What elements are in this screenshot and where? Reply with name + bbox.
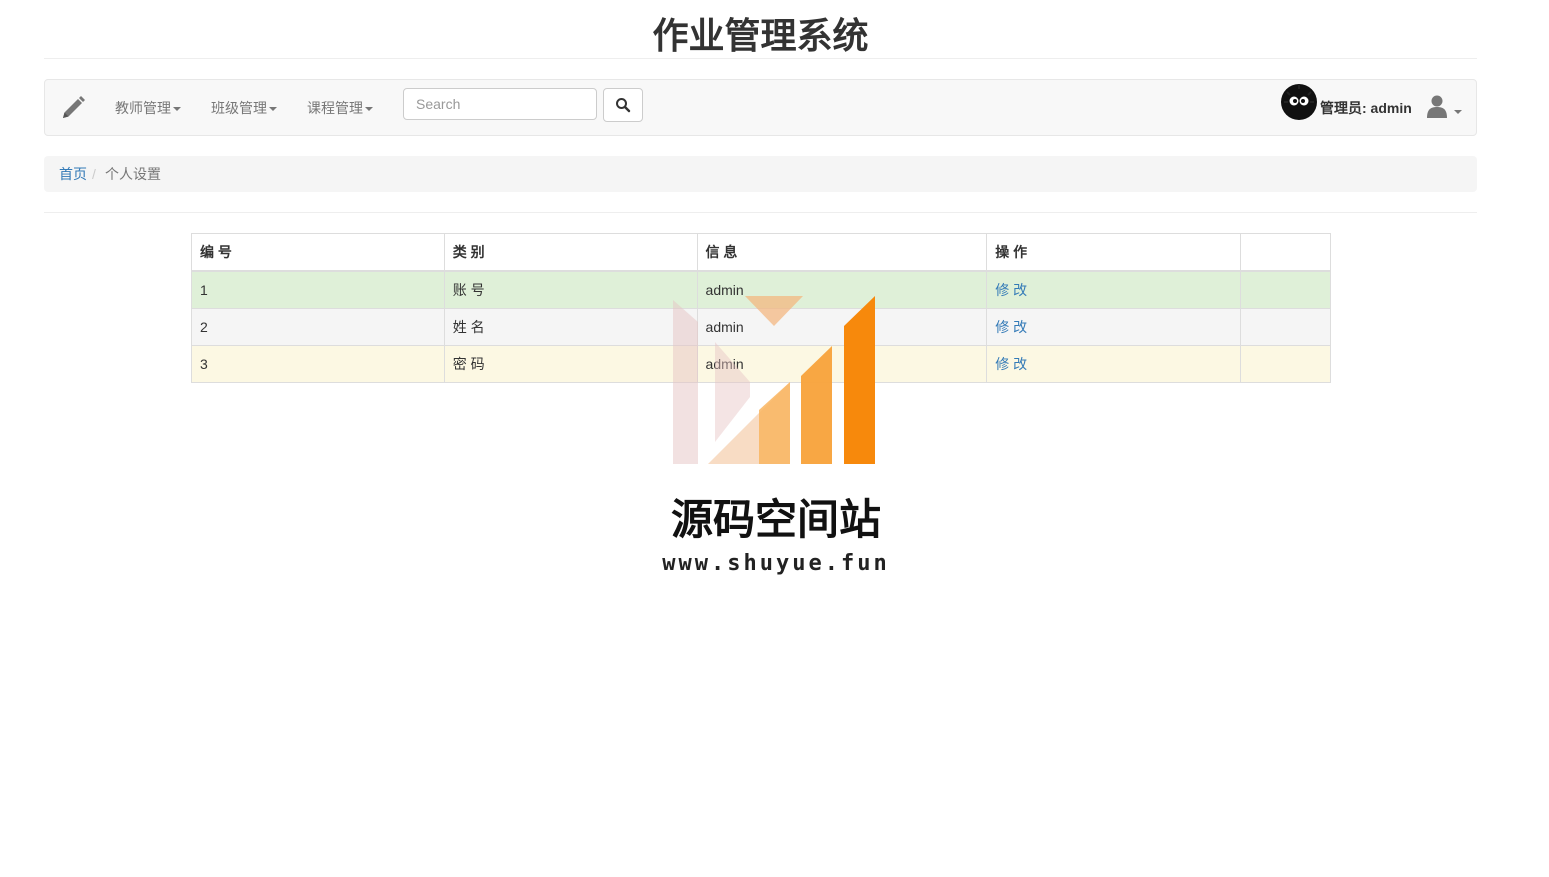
caret-down-icon	[269, 107, 277, 112]
cell-category: 姓 名	[443, 308, 698, 346]
column-header-action: 操 作	[986, 233, 1242, 272]
menu-course-management-label: 课程管理	[307, 100, 363, 116]
column-header-empty	[1240, 233, 1331, 272]
cell-action: 修 改	[986, 270, 1242, 309]
cell-category: 密 码	[443, 345, 698, 383]
edit-name-link[interactable]: 修 改	[995, 319, 1027, 335]
search-input[interactable]	[403, 88, 597, 120]
title-divider	[44, 58, 1477, 59]
table-row: 2 姓 名 admin 修 改	[191, 308, 1331, 346]
watermark-text: 源码空间站	[670, 496, 881, 543]
user-icon	[1427, 95, 1462, 118]
menu-class-management[interactable]: 班级管理	[211, 98, 277, 118]
caret-down-icon	[173, 107, 181, 112]
cell-info: admin	[696, 345, 988, 383]
admin-label: 管理员: admin	[1320, 100, 1412, 116]
search-button[interactable]	[603, 88, 643, 122]
cell-id: 3	[191, 345, 445, 383]
avatar	[1281, 84, 1317, 120]
menu-teacher-management-label: 教师管理	[115, 100, 171, 116]
cell-id: 2	[191, 308, 445, 346]
edit-password-link[interactable]: 修 改	[995, 356, 1027, 372]
cell-action: 修 改	[986, 345, 1242, 383]
watermark-url: www.shuyue.fun	[662, 551, 890, 576]
cell-info: admin	[696, 308, 988, 346]
user-menu-toggle[interactable]	[1427, 94, 1463, 120]
search-icon	[616, 98, 631, 113]
table-row: 1 账 号 admin 修 改	[191, 270, 1331, 309]
table-row: 3 密 码 admin 修 改	[191, 345, 1331, 383]
table-header-row: 编 号 类 别 信 息 操 作	[191, 233, 1331, 272]
edit-account-link[interactable]: 修 改	[995, 282, 1027, 298]
cell-category: 账 号	[443, 270, 698, 309]
section-divider	[44, 212, 1477, 213]
column-header-category: 类 别	[443, 233, 698, 272]
cell-action: 修 改	[986, 308, 1242, 346]
breadcrumb-separator: /	[92, 166, 96, 182]
menu-teacher-management[interactable]: 教师管理	[115, 98, 181, 118]
breadcrumb: 首页 / 个人设置	[44, 156, 1477, 192]
cell-id: 1	[191, 270, 445, 309]
cell-empty	[1240, 308, 1331, 346]
column-header-id: 编 号	[191, 233, 445, 272]
menu-course-management[interactable]: 课程管理	[307, 98, 373, 118]
caret-down-icon	[365, 107, 373, 112]
cell-empty	[1240, 345, 1331, 383]
menu-class-management-label: 班级管理	[211, 100, 267, 116]
cell-info: admin	[696, 270, 988, 309]
column-header-info: 信 息	[696, 233, 988, 272]
breadcrumb-current: 个人设置	[105, 166, 161, 182]
settings-table: 编 号 类 别 信 息 操 作 1 账 号 admin 修 改 2 姓 名 ad…	[191, 233, 1331, 383]
pencil-icon[interactable]	[59, 94, 87, 122]
breadcrumb-home-link[interactable]: 首页	[59, 165, 87, 183]
cell-empty	[1240, 270, 1331, 309]
top-navbar: 教师管理 班级管理 课程管理 管理员: admin	[44, 79, 1477, 136]
page-title: 作业管理系统	[652, 15, 869, 56]
